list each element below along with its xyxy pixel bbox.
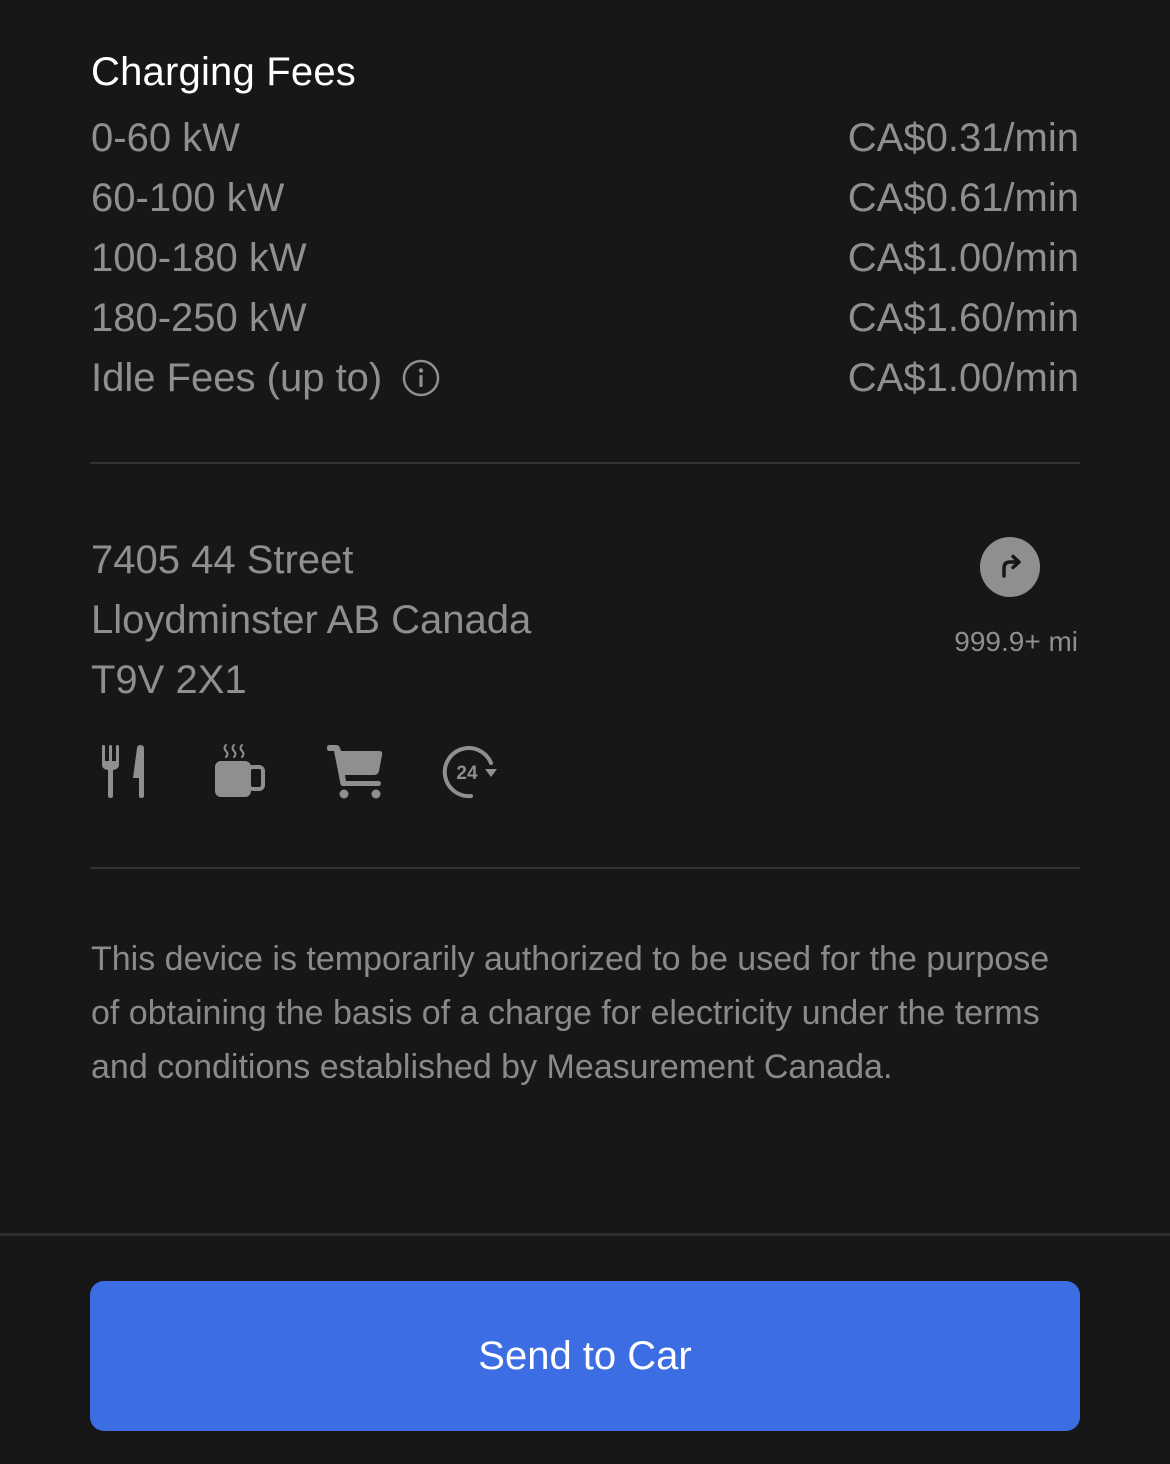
address-line-1: 7405 44 Street [91, 538, 354, 582]
station-address: 7405 44 Street Lloydminster AB Canada T9… [91, 530, 531, 710]
idle-fee-price: CA$1.00/min [847, 355, 1079, 400]
24-hours-icon: 24 [441, 742, 499, 800]
address-line-3: T9V 2X1 [91, 658, 247, 702]
idle-fee-label: Idle Fees (up to) [91, 355, 383, 400]
fee-tier-price: CA$0.61/min [847, 175, 1079, 220]
fee-tier-label: 100-180 kW [91, 235, 307, 280]
fee-row: 60-100 kW CA$0.61/min [91, 168, 1079, 228]
fee-tier-label: 180-250 kW [91, 295, 307, 340]
charging-fees-title: Charging Fees [91, 50, 356, 94]
fee-tier-price: CA$0.31/min [847, 115, 1079, 160]
turn-right-arrow-icon [1002, 554, 1021, 578]
footer-divider [0, 1233, 1170, 1236]
address-line-2: Lloydminster AB Canada [91, 598, 532, 642]
fee-tier-label: 0-60 kW [91, 115, 240, 160]
restaurant-icon [96, 742, 154, 800]
fee-row: 180-250 kW CA$1.60/min [91, 288, 1079, 348]
divider [90, 867, 1080, 869]
charging-fees-list: 0-60 kW CA$0.31/min 60-100 kW CA$0.61/mi… [91, 108, 1079, 408]
coffee-icon [211, 742, 269, 800]
fee-tier-price: CA$1.60/min [847, 295, 1079, 340]
idle-fee-row: Idle Fees (up to) CA$1.00/min [91, 348, 1079, 408]
info-icon[interactable] [402, 359, 440, 397]
fee-row: 100-180 kW CA$1.00/min [91, 228, 1079, 288]
svg-text:24: 24 [456, 763, 478, 784]
amenities-row: 24 [96, 742, 556, 800]
fee-row: 0-60 kW CA$0.31/min [91, 108, 1079, 168]
distance-label: 999.9+ mi [954, 626, 1078, 657]
divider [90, 462, 1080, 464]
shopping-cart-icon [326, 742, 384, 800]
measurement-disclaimer: This device is temporarily authorized to… [91, 940, 1050, 1086]
navigate-button[interactable] [980, 537, 1040, 597]
fee-tier-label: 60-100 kW [91, 175, 285, 220]
fee-tier-price: CA$1.00/min [847, 235, 1079, 280]
send-to-car-button[interactable]: Send to Car [90, 1281, 1080, 1431]
